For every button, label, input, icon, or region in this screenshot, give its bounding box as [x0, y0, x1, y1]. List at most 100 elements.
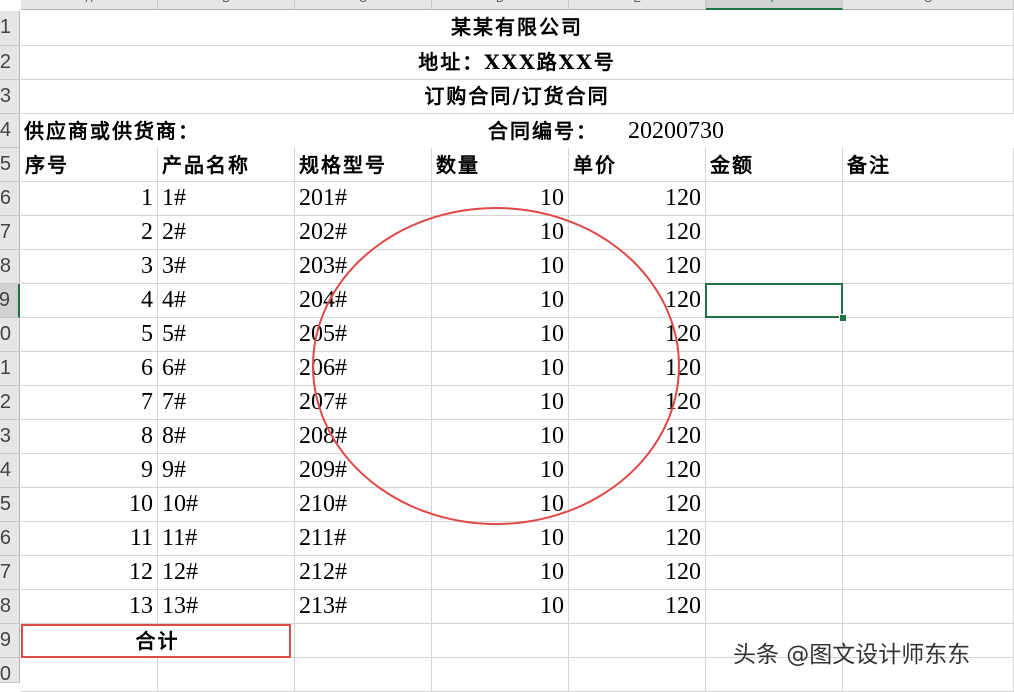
spec-model-cell[interactable]: 213# — [295, 590, 432, 624]
total-label-cell[interactable]: 合计 — [21, 624, 295, 658]
empty-cell[interactable] — [843, 488, 1014, 522]
quantity-cell[interactable]: 10 — [432, 250, 569, 284]
row-header[interactable]: 5 — [0, 148, 20, 182]
empty-cell[interactable] — [706, 454, 843, 488]
empty-cell[interactable] — [843, 182, 1014, 216]
unit-price-cell[interactable]: 120 — [569, 420, 706, 454]
row-index-cell[interactable]: 9 — [21, 454, 158, 488]
product-name-cell[interactable]: 9# — [158, 454, 295, 488]
column-header-f[interactable]: F — [706, 0, 843, 10]
spec-model-cell[interactable]: 201# — [295, 182, 432, 216]
spec-model-cell[interactable]: 208# — [295, 420, 432, 454]
empty-cell[interactable] — [706, 386, 843, 420]
empty-cell[interactable] — [706, 352, 843, 386]
row-header[interactable]: 7 — [0, 216, 20, 250]
unit-price-cell[interactable]: 120 — [569, 284, 706, 318]
quantity-cell[interactable]: 10 — [432, 216, 569, 250]
row-header[interactable]: 0 — [0, 658, 20, 683]
spec-model-cell[interactable]: 210# — [295, 488, 432, 522]
column-header-c[interactable]: C — [295, 0, 432, 10]
row-header[interactable]: 6 — [0, 182, 20, 216]
quantity-cell[interactable]: 10 — [432, 454, 569, 488]
empty-cell[interactable] — [706, 488, 843, 522]
spec-model-cell[interactable]: 202# — [295, 216, 432, 250]
empty-cell[interactable] — [843, 318, 1014, 352]
row-index-cell[interactable]: 11 — [21, 522, 158, 556]
product-name-cell[interactable]: 13# — [158, 590, 295, 624]
quantity-cell[interactable]: 10 — [432, 386, 569, 420]
row-header[interactable]: 9 — [0, 284, 20, 318]
product-name-cell[interactable]: 2# — [158, 216, 295, 250]
column-header-d[interactable]: D — [432, 0, 569, 10]
spec-model-cell[interactable]: 207# — [295, 386, 432, 420]
quantity-cell[interactable]: 10 — [432, 182, 569, 216]
spec-model-cell[interactable]: 205# — [295, 318, 432, 352]
spec-model-cell[interactable]: 206# — [295, 352, 432, 386]
empty-cell[interactable] — [706, 250, 843, 284]
product-name-cell[interactable]: 11# — [158, 522, 295, 556]
row-index-cell[interactable]: 3 — [21, 250, 158, 284]
row-index-cell[interactable]: 1 — [21, 182, 158, 216]
empty-cell[interactable] — [843, 250, 1014, 284]
empty-cell[interactable] — [706, 216, 843, 250]
supplier-label-cell[interactable]: 供应商或供货商： — [24, 114, 464, 148]
product-name-cell[interactable]: 6# — [158, 352, 295, 386]
empty-cell[interactable] — [843, 216, 1014, 250]
unit-price-cell[interactable]: 120 — [569, 522, 706, 556]
row-index-cell[interactable]: 10 — [21, 488, 158, 522]
product-name-cell[interactable]: 1# — [158, 182, 295, 216]
spec-model-cell[interactable]: 203# — [295, 250, 432, 284]
row-header[interactable]: 2 — [0, 46, 20, 80]
table-header-cell[interactable]: 单价 — [569, 148, 706, 182]
empty-cell[interactable] — [432, 624, 569, 658]
empty-cell[interactable] — [706, 182, 843, 216]
row-header[interactable]: 8 — [0, 590, 20, 624]
company-name-cell[interactable]: 某某有限公司 — [21, 11, 1014, 46]
empty-cell[interactable] — [706, 556, 843, 590]
quantity-cell[interactable]: 10 — [432, 352, 569, 386]
fill-handle[interactable] — [839, 314, 847, 322]
empty-cell[interactable] — [843, 284, 1014, 318]
row-header[interactable]: 9 — [0, 624, 20, 658]
row-header[interactable]: 3 — [0, 420, 20, 454]
empty-cell[interactable] — [706, 590, 843, 624]
table-header-cell[interactable]: 金额 — [706, 148, 843, 182]
table-header-cell[interactable]: 序号 — [21, 148, 158, 182]
empty-cell[interactable] — [706, 522, 843, 556]
product-name-cell[interactable]: 7# — [158, 386, 295, 420]
quantity-cell[interactable]: 10 — [432, 420, 569, 454]
row-header[interactable]: 2 — [0, 386, 20, 420]
address-cell[interactable]: 地址：XXX路XX号 — [21, 46, 1014, 80]
column-header-g[interactable]: G — [843, 0, 1014, 10]
unit-price-cell[interactable]: 120 — [569, 454, 706, 488]
row-index-cell[interactable]: 12 — [21, 556, 158, 590]
product-name-cell[interactable]: 4# — [158, 284, 295, 318]
row-index-cell[interactable]: 4 — [21, 284, 158, 318]
row-index-cell[interactable]: 7 — [21, 386, 158, 420]
column-header-e[interactable]: E — [569, 0, 706, 10]
empty-cell[interactable] — [706, 420, 843, 454]
empty-cell[interactable] — [843, 386, 1014, 420]
unit-price-cell[interactable]: 120 — [569, 182, 706, 216]
row-header[interactable]: 6 — [0, 522, 20, 556]
column-header-b[interactable]: B — [158, 0, 295, 10]
quantity-cell[interactable]: 10 — [432, 284, 569, 318]
empty-cell[interactable] — [432, 658, 569, 692]
empty-cell[interactable] — [843, 590, 1014, 624]
empty-cell[interactable] — [843, 420, 1014, 454]
product-name-cell[interactable]: 12# — [158, 556, 295, 590]
contract-number-label[interactable]: 合同编号： — [488, 114, 628, 148]
spec-model-cell[interactable]: 209# — [295, 454, 432, 488]
row-index-cell[interactable]: 2 — [21, 216, 158, 250]
spec-model-cell[interactable]: 212# — [295, 556, 432, 590]
unit-price-cell[interactable]: 120 — [569, 556, 706, 590]
empty-cell[interactable] — [21, 658, 158, 692]
spec-model-cell[interactable]: 204# — [295, 284, 432, 318]
row-header[interactable]: 0 — [0, 318, 20, 352]
empty-cell[interactable] — [843, 454, 1014, 488]
row-index-cell[interactable]: 13 — [21, 590, 158, 624]
table-header-cell[interactable]: 数量 — [432, 148, 569, 182]
empty-cell[interactable] — [569, 658, 706, 692]
row-header[interactable]: 1 — [0, 352, 20, 386]
unit-price-cell[interactable]: 120 — [569, 352, 706, 386]
